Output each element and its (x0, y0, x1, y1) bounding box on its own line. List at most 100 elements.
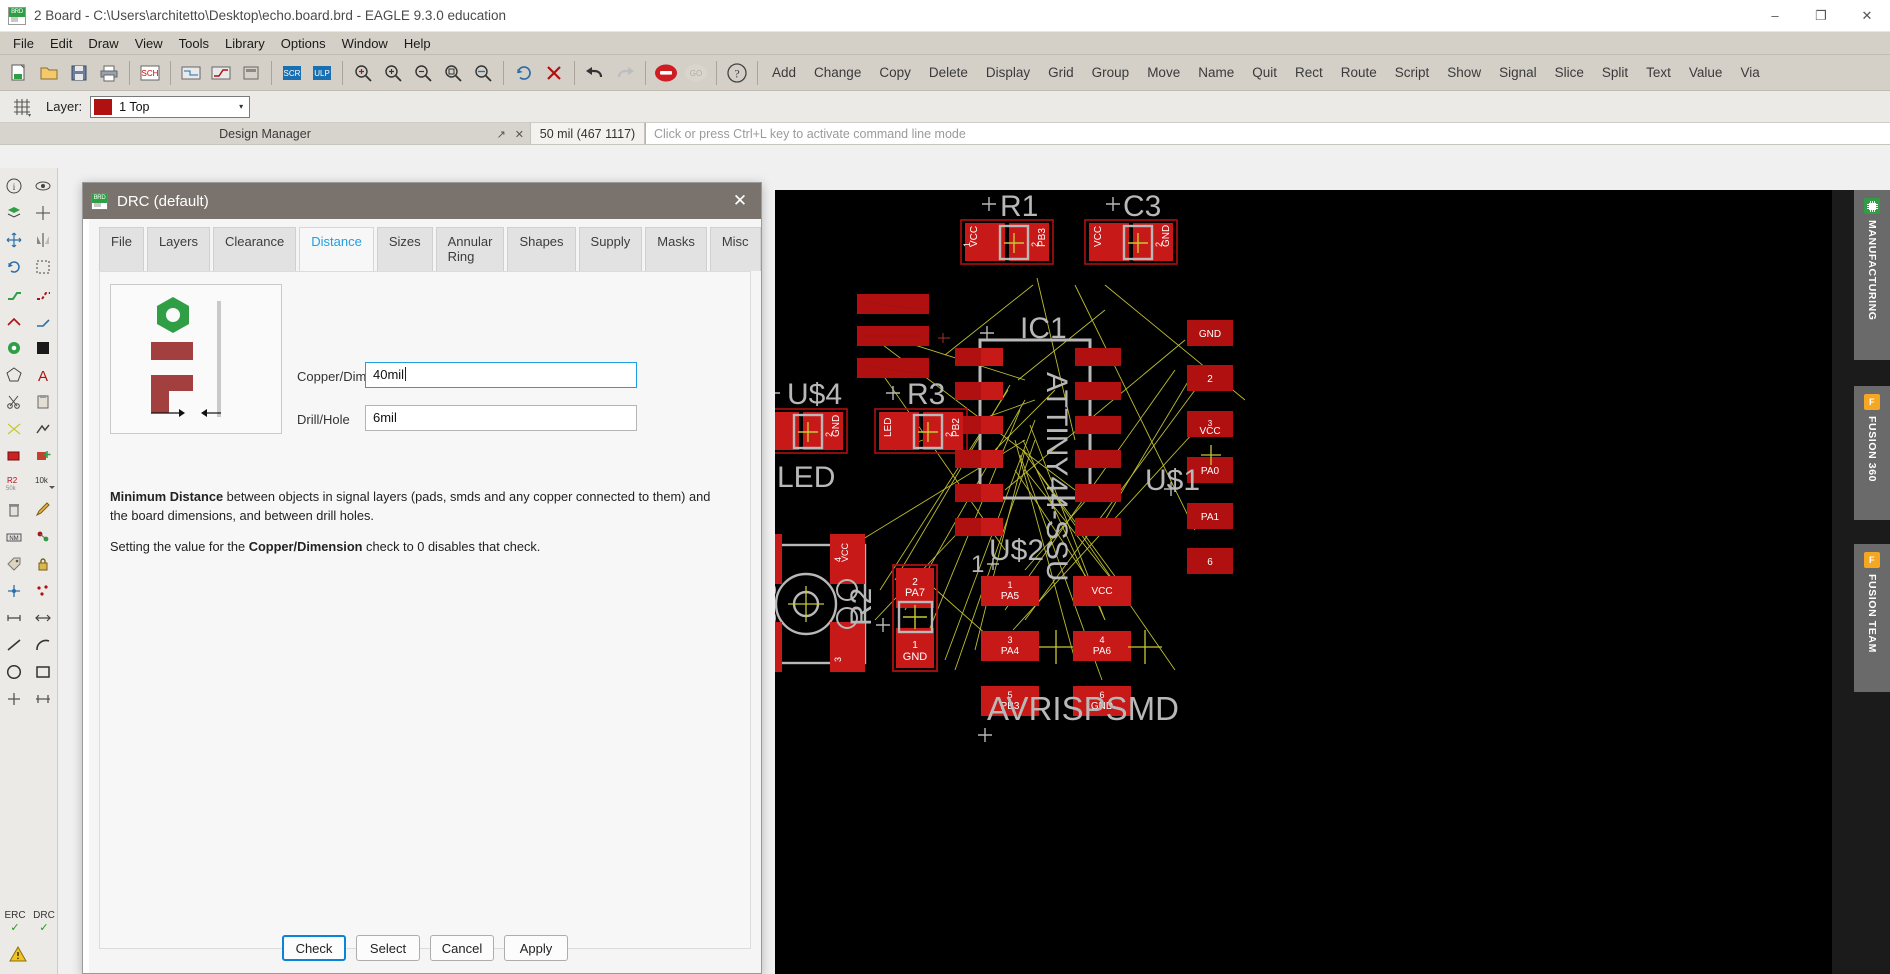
autorouter-icon[interactable] (206, 58, 236, 88)
display-layers-icon[interactable] (0, 199, 29, 226)
vertical-tab-fusion360[interactable]: F FUSION 360 (1854, 386, 1890, 520)
lock-icon[interactable] (29, 550, 58, 577)
warning-triangle-icon[interactable] (8, 944, 28, 964)
mark-icon[interactable] (29, 199, 58, 226)
polygon-icon[interactable] (29, 334, 58, 361)
tab-shapes[interactable]: Shapes (507, 227, 576, 271)
drill-hole-input[interactable]: 6mil (365, 405, 637, 431)
delete-trash-icon[interactable] (0, 496, 29, 523)
command-rect[interactable]: Rect (1286, 58, 1332, 88)
grid-icon[interactable] (8, 94, 36, 120)
command-change[interactable]: Change (805, 58, 870, 88)
value-icon[interactable] (29, 523, 58, 550)
copper-dimension-input[interactable]: 40mil (365, 362, 637, 388)
schematic-icon[interactable]: SCH (135, 58, 165, 88)
dock-float-icon[interactable]: ↗ (497, 128, 506, 141)
close-button[interactable]: ✕ (1844, 0, 1890, 32)
ratsnest-icon[interactable] (0, 415, 29, 442)
board-icon[interactable] (176, 58, 206, 88)
scatter-icon[interactable] (29, 577, 58, 604)
rotate-icon[interactable] (0, 253, 29, 280)
command-grid[interactable]: Grid (1039, 58, 1083, 88)
zoom-out-icon[interactable] (408, 58, 438, 88)
text-icon[interactable]: A (29, 361, 58, 388)
tab-supply[interactable]: Supply (578, 227, 643, 271)
command-split[interactable]: Split (1593, 58, 1637, 88)
command-delete[interactable]: Delete (920, 58, 977, 88)
open-icon[interactable] (34, 58, 64, 88)
drc-dialog-close-button[interactable]: ✕ (727, 191, 753, 211)
command-via[interactable]: Via (1731, 58, 1768, 88)
miter-icon[interactable] (29, 307, 58, 334)
group-icon[interactable] (29, 253, 58, 280)
polygon-tool-icon[interactable] (0, 361, 29, 388)
minimize-button[interactable]: – (1752, 0, 1798, 32)
mirror-icon[interactable] (29, 226, 58, 253)
tab-file[interactable]: File (99, 227, 144, 271)
zoom-fit-icon[interactable] (348, 58, 378, 88)
part-10k-icon[interactable]: 10k (29, 469, 58, 496)
tab-clearance[interactable]: Clearance (212, 227, 297, 271)
cam-icon[interactable] (236, 58, 266, 88)
tag-icon[interactable] (0, 550, 29, 577)
undo-icon[interactable] (580, 58, 610, 88)
command-signal[interactable]: Signal (1490, 58, 1546, 88)
line-icon[interactable] (0, 631, 29, 658)
erc-button[interactable]: ERC ✓ (2, 910, 28, 934)
circle-icon[interactable] (0, 658, 29, 685)
command-script[interactable]: Script (1386, 58, 1439, 88)
menu-draw[interactable]: Draw (80, 34, 126, 53)
tab-distance[interactable]: Distance (299, 227, 374, 271)
command-text[interactable]: Text (1637, 58, 1680, 88)
show-eye-icon[interactable] (29, 172, 58, 199)
change-icon[interactable] (29, 496, 58, 523)
menu-tools[interactable]: Tools (171, 34, 217, 53)
route-icon[interactable] (0, 280, 29, 307)
menu-help[interactable]: Help (396, 34, 439, 53)
menu-options[interactable]: Options (273, 34, 334, 53)
print-icon[interactable] (94, 58, 124, 88)
zoom-select-icon[interactable] (468, 58, 498, 88)
command-show[interactable]: Show (1438, 58, 1490, 88)
attribute-icon[interactable] (0, 577, 29, 604)
go-icon[interactable]: GO (681, 58, 711, 88)
move-icon[interactable] (0, 226, 29, 253)
split-icon[interactable] (0, 307, 29, 334)
ripup-icon[interactable] (29, 280, 58, 307)
rectangle-icon[interactable] (29, 658, 58, 685)
command-copy[interactable]: Copy (870, 58, 920, 88)
arc-icon[interactable] (29, 631, 58, 658)
drc-button[interactable]: DRC ✓ (31, 910, 57, 934)
command-display[interactable]: Display (977, 58, 1039, 88)
menu-file[interactable]: File (5, 34, 42, 53)
smash-icon[interactable] (0, 442, 29, 469)
command-value[interactable]: Value (1680, 58, 1732, 88)
cut-icon[interactable] (0, 388, 29, 415)
help-icon[interactable]: ? (722, 58, 752, 88)
hole-icon[interactable] (0, 685, 29, 712)
command-add[interactable]: Add (763, 58, 805, 88)
refresh-icon[interactable] (509, 58, 539, 88)
vertical-tab-fusionteam[interactable]: F FUSION TEAM (1854, 544, 1890, 692)
save-icon[interactable] (64, 58, 94, 88)
command-group[interactable]: Group (1083, 58, 1139, 88)
paste-icon[interactable] (29, 388, 58, 415)
zoom-in-icon[interactable] (378, 58, 408, 88)
menu-library[interactable]: Library (217, 34, 273, 53)
command-route[interactable]: Route (1332, 58, 1386, 88)
menu-view[interactable]: View (127, 34, 171, 53)
command-line-input[interactable]: Click or press Ctrl+L key to activate co… (645, 123, 1890, 144)
tab-annular-ring[interactable]: Annular Ring (435, 227, 505, 271)
tab-misc[interactable]: Misc (709, 227, 761, 271)
span-icon[interactable] (29, 685, 58, 712)
info-icon[interactable]: i (0, 172, 29, 199)
dimension-icon[interactable] (0, 604, 29, 631)
via-icon[interactable] (0, 334, 29, 361)
tab-masks[interactable]: Masks (645, 227, 707, 271)
maximize-button[interactable]: ❐ (1798, 0, 1844, 32)
dock-close-icon[interactable]: ✕ (515, 128, 524, 141)
command-name[interactable]: Name (1189, 58, 1243, 88)
command-quit[interactable]: Quit (1243, 58, 1286, 88)
cancel-button[interactable]: Cancel (430, 935, 494, 961)
menu-edit[interactable]: Edit (42, 34, 80, 53)
